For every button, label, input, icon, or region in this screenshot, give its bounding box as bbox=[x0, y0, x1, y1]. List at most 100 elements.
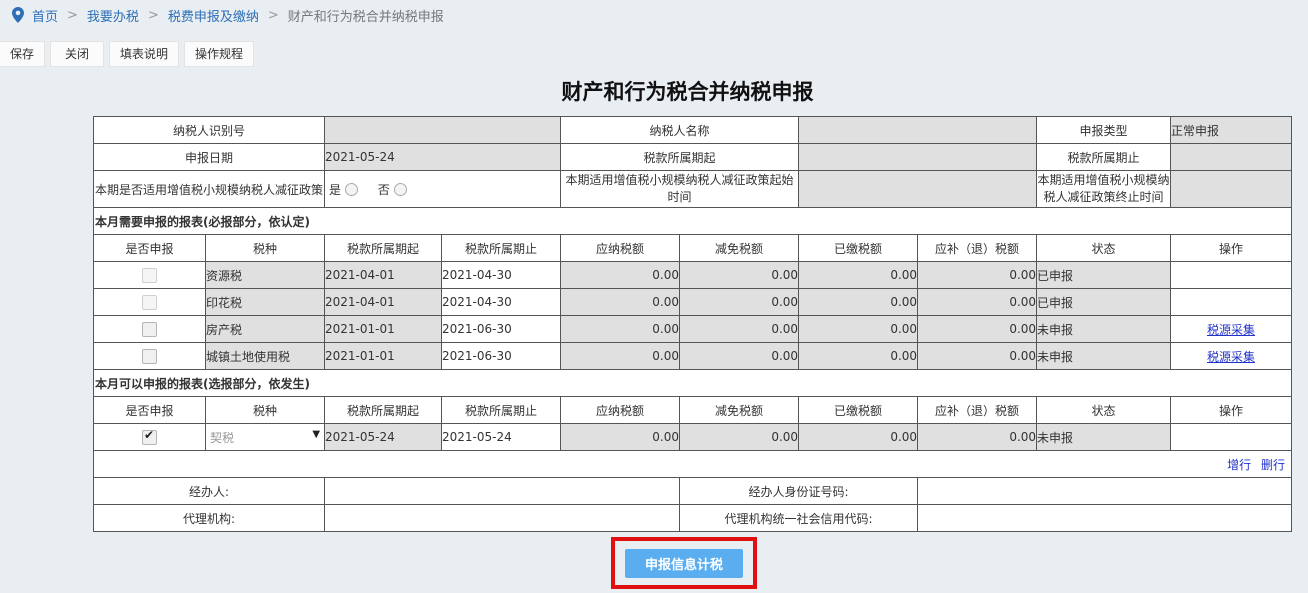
taxpayer-name-field[interactable] bbox=[798, 116, 1038, 144]
paid-cell: 0.00 bbox=[798, 315, 919, 343]
calculate-tax-button[interactable]: 申报信息计税 bbox=[625, 548, 743, 578]
declare-checkbox-cell bbox=[93, 261, 206, 289]
declare-checkbox-cell bbox=[93, 342, 206, 370]
breadcrumb-home[interactable]: 首页 bbox=[32, 6, 58, 25]
col-header: 是否申报 bbox=[93, 396, 206, 424]
relief-cell: 0.00 bbox=[679, 288, 800, 316]
action-cell bbox=[1170, 423, 1293, 451]
period-start-field[interactable] bbox=[798, 143, 1038, 171]
radio-yes[interactable] bbox=[344, 182, 358, 196]
col-header: 税种 bbox=[204, 234, 326, 262]
submit-highlight: 申报信息计税 bbox=[611, 537, 757, 589]
paid-cell: 0.00 bbox=[798, 261, 919, 289]
status-cell: 未申报 bbox=[1036, 423, 1172, 451]
breadcrumb-separator: > bbox=[267, 7, 279, 23]
agent-row-2: 代理机构: 代理机构统一社会信用代码: bbox=[92, 504, 1293, 532]
tax-source-collect-link[interactable]: 税源采集 bbox=[1207, 350, 1255, 364]
payable-cell: 0.00 bbox=[560, 261, 681, 289]
declare-checkbox[interactable] bbox=[142, 294, 157, 310]
add-row-button[interactable]: 增行 bbox=[1227, 458, 1251, 472]
table-row: 资源税 2021-04-01 2021-04-30 0.00 0.00 0.00… bbox=[93, 261, 1293, 289]
period-start-cell: 2021-04-01 bbox=[324, 288, 443, 316]
due-cell: 0.00 bbox=[917, 315, 1038, 343]
small-scale-radio-group: 是 否 bbox=[324, 170, 562, 208]
table-header-row: 是否申报 税种 税款所属期起 税款所属期止 应纳税额 减免税额 已缴税额 应补（… bbox=[93, 396, 1293, 424]
tax-type-select-cell: 契税 ▼ bbox=[204, 423, 326, 451]
period-end-label: 税款所属期止 bbox=[1036, 143, 1172, 171]
table-row: 房产税 2021-01-01 2021-06-30 0.00 0.00 0.00… bbox=[93, 315, 1293, 343]
action-cell: 税源采集 bbox=[1170, 342, 1293, 370]
period-start-cell: 2021-01-01 bbox=[324, 315, 443, 343]
due-cell: 0.00 bbox=[917, 342, 1038, 370]
breadcrumb-declare[interactable]: 税费申报及缴纳 bbox=[168, 6, 259, 25]
relief-cell: 0.00 bbox=[679, 342, 800, 370]
checkmark-icon: ✔ bbox=[144, 427, 155, 442]
small-scale-end-field[interactable] bbox=[1170, 170, 1293, 208]
section-header: 本月可以申报的报表(选报部分，依发生) bbox=[92, 369, 1293, 397]
relief-cell: 0.00 bbox=[679, 423, 800, 451]
page-title: 财产和行为税合并纳税申报 bbox=[561, 80, 814, 104]
period-end-field[interactable] bbox=[1170, 143, 1293, 171]
tax-type-select[interactable]: 契税 ▼ bbox=[207, 429, 324, 446]
close-button[interactable]: 关闭 bbox=[50, 41, 105, 67]
col-header: 状态 bbox=[1036, 234, 1172, 262]
delete-row-button[interactable]: 删行 bbox=[1261, 458, 1285, 472]
declare-checkbox-cell bbox=[93, 315, 206, 343]
period-end-cell: 2021-04-30 bbox=[441, 261, 562, 289]
section-header: 本月需要申报的报表(必报部分，依认定) bbox=[92, 207, 1293, 235]
declare-checkbox[interactable] bbox=[142, 321, 157, 337]
section-optional-title: 本月可以申报的报表(选报部分，依发生) bbox=[92, 369, 1293, 397]
col-header: 已缴税额 bbox=[798, 396, 919, 424]
status-cell: 已申报 bbox=[1036, 288, 1172, 316]
declare-checkbox[interactable] bbox=[142, 348, 157, 364]
handler-id-field[interactable] bbox=[917, 477, 1293, 505]
small-scale-end-label: 本期适用增值税小规模纳税人减征政策终止时间 bbox=[1036, 170, 1172, 208]
table-row: ✔ 契税 ▼ 2021-05-24 2021-05-24 0.00 0.00 0… bbox=[93, 423, 1293, 451]
payable-cell: 0.00 bbox=[560, 342, 681, 370]
col-header: 减免税额 bbox=[679, 396, 800, 424]
handler-field[interactable] bbox=[324, 477, 681, 505]
col-header: 应补（退）税额 bbox=[917, 396, 1038, 424]
small-scale-label: 本期是否适用增值税小规模纳税人减征政策 bbox=[92, 170, 326, 208]
col-header: 税种 bbox=[204, 396, 326, 424]
period-start-cell: 2021-05-24 bbox=[324, 423, 443, 451]
breadcrumb: 首页 > 我要办税 > 税费申报及缴纳 > 财产和行为税合并纳税申报 bbox=[12, 5, 444, 25]
period-end-cell: 2021-06-30 bbox=[441, 315, 562, 343]
relief-cell: 0.00 bbox=[679, 261, 800, 289]
tax-type-cell: 房产税 bbox=[204, 315, 326, 343]
save-button[interactable]: 保存 bbox=[0, 41, 46, 67]
due-cell: 0.00 bbox=[917, 261, 1038, 289]
taxpayer-id-label: 纳税人识别号 bbox=[92, 116, 326, 144]
tax-type-select-value: 契税 bbox=[210, 430, 235, 445]
due-cell: 0.00 bbox=[917, 288, 1038, 316]
agency-field[interactable] bbox=[324, 504, 681, 532]
agency-code-field[interactable] bbox=[917, 504, 1293, 532]
col-header: 操作 bbox=[1170, 396, 1293, 424]
tax-source-collect-link[interactable]: 税源采集 bbox=[1207, 323, 1255, 337]
col-header: 税款所属期起 bbox=[324, 396, 443, 424]
declare-date-field[interactable]: 2021-05-24 bbox=[324, 143, 562, 171]
col-header: 已缴税额 bbox=[798, 234, 919, 262]
info-row-3: 本期是否适用增值税小规模纳税人减征政策 是 否 本期适用增值税小规模纳税人减征政… bbox=[92, 170, 1293, 208]
info-row-2: 申报日期 2021-05-24 税款所属期起 税款所属期止 bbox=[92, 143, 1293, 171]
declare-type-field[interactable]: 正常申报 bbox=[1170, 116, 1293, 144]
declare-checkbox-checked[interactable]: ✔ bbox=[142, 427, 157, 445]
col-header: 应纳税额 bbox=[560, 234, 681, 262]
small-scale-start-field[interactable] bbox=[798, 170, 1038, 208]
paid-cell: 0.00 bbox=[798, 342, 919, 370]
declare-checkbox-cell: ✔ bbox=[93, 423, 206, 451]
status-cell: 未申报 bbox=[1036, 342, 1172, 370]
declare-checkbox[interactable] bbox=[142, 267, 157, 283]
radio-no[interactable] bbox=[393, 182, 407, 196]
table-header-row: 是否申报 税种 税款所属期起 税款所属期止 应纳税额 减免税额 已缴税额 应补（… bbox=[93, 234, 1293, 262]
operation-rules-button[interactable]: 操作规程 bbox=[184, 41, 255, 67]
fill-help-button[interactable]: 填表说明 bbox=[109, 41, 180, 67]
status-cell: 未申报 bbox=[1036, 315, 1172, 343]
col-header: 操作 bbox=[1170, 234, 1293, 262]
handler-label: 经办人: bbox=[92, 477, 326, 505]
status-cell: 已申报 bbox=[1036, 261, 1172, 289]
breadcrumb-tax[interactable]: 我要办税 bbox=[87, 6, 139, 25]
agency-code-label: 代理机构统一社会信用代码: bbox=[679, 504, 919, 532]
small-scale-start-label: 本期适用增值税小规模纳税人减征政策起始时间 bbox=[560, 170, 800, 208]
taxpayer-id-field[interactable] bbox=[324, 116, 562, 144]
